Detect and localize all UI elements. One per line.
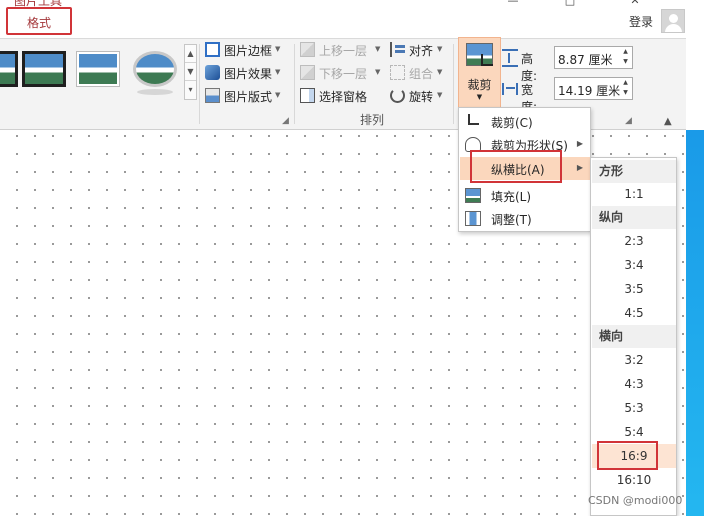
arrange-group-label: 排列 [360, 113, 385, 127]
crop-icon [481, 54, 493, 66]
group-separator [453, 44, 454, 124]
chevron-down-icon: ▼ [437, 68, 443, 76]
aspect-item-1-1[interactable]: 1:1 [592, 182, 676, 206]
gallery-scroll-down-icon[interactable]: ▼ [185, 63, 196, 81]
title-bar: 图片工具 格式 — □ ✕ 登录 [0, 0, 704, 38]
size-launcher-icon[interactable]: ◢ [625, 116, 632, 126]
rotate-icon [390, 88, 405, 103]
picture-style-thumb[interactable] [133, 51, 177, 95]
collapse-ribbon-icon[interactable]: ▲ [664, 116, 672, 127]
picture-style-thumb[interactable] [0, 51, 18, 87]
aspect-item-3-5[interactable]: 3:5 [592, 277, 676, 301]
desktop-edge [686, 130, 704, 516]
crop-button[interactable]: 裁剪 ▼ [458, 37, 501, 109]
align-icon [390, 42, 405, 57]
restore-button[interactable]: □ [560, 0, 580, 8]
menu-item-crop[interactable]: 裁剪(C) [460, 110, 590, 133]
picture-layout-icon [205, 88, 220, 103]
avatar[interactable] [661, 9, 685, 33]
minimize-button[interactable]: — [503, 0, 523, 8]
picture-border-icon [205, 42, 220, 57]
aspect-item-16-10[interactable]: 16:10 [592, 468, 676, 492]
submenu-header-portrait: 纵向 [592, 206, 676, 229]
annotation-box-16-9 [597, 441, 658, 470]
chevron-down-icon: ▼ [275, 91, 281, 99]
submenu-header-landscape: 横向 [592, 325, 676, 348]
group-separator [199, 44, 200, 124]
aspect-item-4-5[interactable]: 4:5 [592, 301, 676, 325]
chevron-right-icon: ▶ [576, 139, 583, 148]
width-spinner[interactable]: ▲ ▼ [619, 78, 632, 99]
picture-style-thumb[interactable] [76, 51, 120, 87]
group-separator [294, 44, 295, 124]
picture-style-thumb[interactable] [22, 51, 66, 87]
crop-icon [468, 114, 479, 125]
watermark: CSDN @modi000 [588, 494, 683, 507]
tab-format[interactable]: 格式 [6, 7, 72, 35]
chevron-down-icon: ▼ [275, 45, 281, 53]
height-icon [502, 49, 518, 67]
chevron-down-icon: ▼ [437, 91, 443, 99]
gallery-scroll[interactable]: ▲ ▼ ▾ [184, 44, 197, 100]
selection-pane-icon [300, 88, 315, 103]
gallery-scroll-up-icon[interactable]: ▲ [185, 45, 196, 63]
chevron-down-icon: ▼ [476, 93, 483, 101]
aspect-item-3-4[interactable]: 3:4 [592, 253, 676, 277]
aspect-item-2-3[interactable]: 2:3 [592, 229, 676, 253]
chevron-down-icon: ▼ [437, 45, 443, 53]
bring-forward-icon [300, 42, 315, 57]
fill-icon [465, 188, 481, 203]
close-window-button[interactable]: ✕ [625, 0, 645, 8]
send-backward-icon [300, 65, 315, 80]
picture-style-gallery [0, 44, 184, 104]
chevron-down-icon: ▼ [375, 68, 381, 76]
menu-item-fit[interactable]: 调整(T) [460, 207, 590, 230]
width-icon [502, 83, 518, 95]
aspect-item-5-3[interactable]: 5:3 [592, 396, 676, 420]
height-spinner[interactable]: ▲ ▼ [619, 47, 632, 68]
aspect-item-3-2[interactable]: 3:2 [592, 348, 676, 372]
group-icon [390, 65, 405, 80]
window-edge [686, 0, 704, 130]
picture-effect-icon [205, 65, 220, 80]
chevron-down-icon: ▼ [375, 45, 381, 53]
chevron-right-icon: ▶ [576, 163, 583, 172]
picture-styles-launcher-icon[interactable]: ◢ [282, 116, 289, 126]
aspect-item-4-3[interactable]: 4:3 [592, 372, 676, 396]
gallery-more-icon[interactable]: ▾ [185, 81, 196, 99]
login-link[interactable]: 登录 [629, 13, 653, 30]
width-field[interactable]: 14.19 厘米 ▲ ▼ [554, 77, 633, 100]
tab-format-label: 格式 [26, 16, 51, 30]
chevron-down-icon: ▼ [275, 68, 281, 76]
fit-icon [465, 211, 481, 226]
menu-item-fill[interactable]: 填充(L) [460, 184, 590, 207]
annotation-box-aspect-ratio [470, 150, 562, 183]
submenu-header-square: 方形 [592, 160, 676, 183]
height-field[interactable]: 8.87 厘米 ▲ ▼ [554, 46, 633, 69]
